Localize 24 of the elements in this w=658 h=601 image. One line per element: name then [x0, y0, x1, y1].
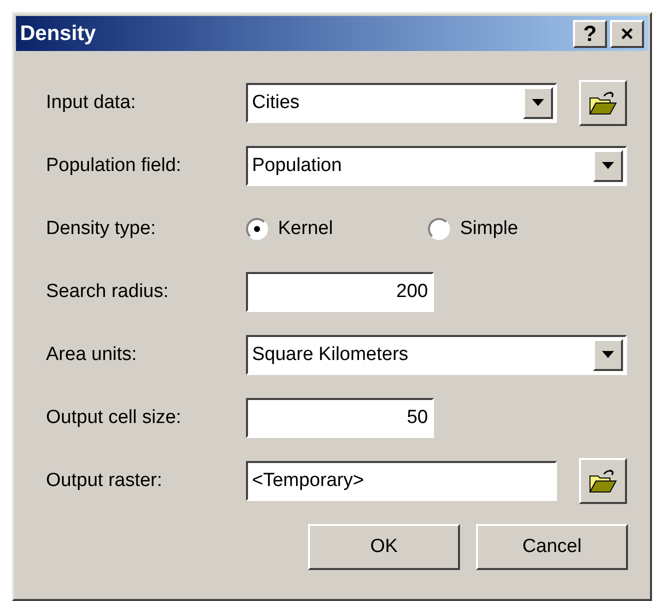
- field-label: Area units:: [46, 344, 138, 366]
- radio-button[interactable]: [428, 218, 450, 240]
- input-field[interactable]: 200: [246, 272, 434, 312]
- dropdown-field[interactable]: Square Kilometers: [246, 334, 627, 374]
- ok-button[interactable]: OK: [308, 524, 460, 570]
- dropdown-field[interactable]: Cities: [246, 82, 557, 122]
- close-button[interactable]: ×: [610, 20, 644, 48]
- radio-label[interactable]: Simple: [460, 218, 518, 240]
- field-label: Density type:: [46, 218, 157, 240]
- cancel-button[interactable]: Cancel: [476, 524, 628, 570]
- folder-icon[interactable]: [579, 80, 627, 126]
- radio-label[interactable]: Kernel: [278, 218, 333, 240]
- radio-button[interactable]: [246, 218, 268, 240]
- field-label: Output cell size:: [46, 406, 182, 428]
- window-title: Density: [20, 22, 96, 46]
- help-button[interactable]: ?: [573, 20, 607, 48]
- input-field[interactable]: 50: [246, 398, 434, 438]
- folder-icon[interactable]: [579, 458, 627, 504]
- field-label: Search radius:: [46, 280, 170, 302]
- input-field[interactable]: <Temporary>: [246, 460, 557, 500]
- field-label: Output raster:: [46, 470, 164, 492]
- field-label: Input data:: [46, 92, 137, 114]
- field-label: Population field:: [46, 154, 182, 176]
- dropdown-field[interactable]: Population: [246, 146, 627, 186]
